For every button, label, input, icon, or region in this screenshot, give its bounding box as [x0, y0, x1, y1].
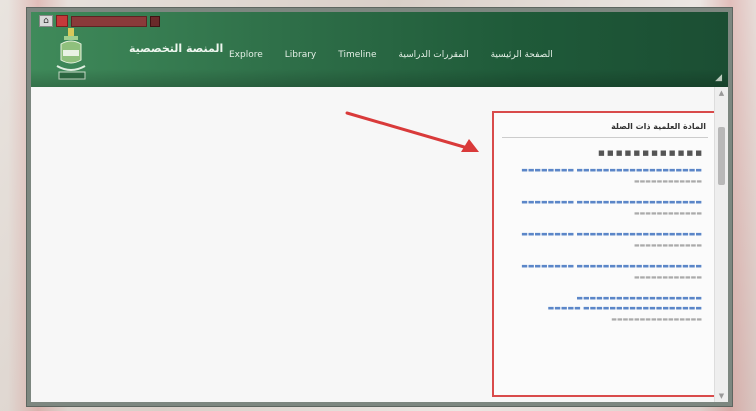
result-link[interactable]: ▬▬▬▬▬▬▬▬▬▬▬▬▬▬▬▬▬▬▬ ▬▬▬▬▬▬▬▬ — [504, 197, 702, 207]
list-item: ▬▬▬▬▬▬▬▬▬▬▬▬▬▬▬▬▬▬▬ ▬▬▬▬▬▬▬▬ ▬▬▬▬▬▬▬▬▬▬▬… — [504, 261, 702, 282]
site-title[interactable]: المنصة التخصصية — [129, 42, 223, 55]
result-link[interactable]: ▬▬▬▬▬▬▬▬▬▬▬▬▬▬▬▬▬▬▬ ▬▬▬▬▬▬▬▬ — [504, 261, 702, 271]
result-link[interactable]: ▬▬▬▬▬▬▬▬▬▬▬▬▬▬▬▬▬▬▬ ▬▬▬▬▬▬▬▬▬▬▬▬▬▬▬▬▬▬ ▬… — [504, 293, 702, 313]
list-item: ▬▬▬▬▬▬▬▬▬▬▬▬▬▬▬▬▬▬▬ ▬▬▬▬▬▬▬▬ ▬▬▬▬▬▬▬▬▬▬▬… — [504, 197, 702, 218]
result-link[interactable]: ▬▬▬▬▬▬▬▬▬▬▬▬▬▬▬▬▬▬▬ ▬▬▬▬▬▬▬▬ — [504, 165, 702, 175]
resize-grip-icon: ◢ — [715, 73, 722, 83]
nav-item-timeline[interactable]: Timeline — [338, 50, 376, 60]
home-icon[interactable]: ⌂ — [39, 15, 53, 27]
university-emblem-icon[interactable] — [53, 26, 97, 82]
results-list: ▬▬▬▬▬▬▬▬▬▬▬▬▬▬▬▬▬▬▬ ▬▬▬▬▬▬▬▬ ▬▬▬▬▬▬▬▬▬▬▬… — [504, 165, 702, 335]
list-item: ▬▬▬▬▬▬▬▬▬▬▬▬▬▬▬▬▬▬▬ ▬▬▬▬▬▬▬▬▬▬▬▬▬▬▬▬▬▬ ▬… — [504, 293, 702, 324]
panel-subtitle: ■ ■ ■ ■ ■ ■ ■ ■ ■ ■ ■ ■ — [598, 149, 702, 157]
vertical-scrollbar[interactable]: ▲ ▼ — [714, 87, 728, 402]
scroll-down-icon[interactable]: ▼ — [715, 390, 728, 402]
menu-icon[interactable] — [150, 15, 160, 27]
search-field[interactable] — [71, 15, 147, 27]
result-meta: ▬▬▬▬▬▬▬▬▬▬▬▬ — [633, 274, 702, 281]
site-header: ⌂ المنصة التخصصية Explore Library Timeli… — [31, 12, 728, 87]
nav-item-explore[interactable]: Explore — [229, 50, 263, 60]
related-materials-panel: المادة العلمية ذات الصلة ■ ■ ■ ■ ■ ■ ■ ■… — [492, 111, 718, 397]
nav-item-home[interactable]: الصفحة الرئيسية — [491, 50, 553, 60]
result-meta: ▬▬▬▬▬▬▬▬▬▬▬▬▬▬▬▬ — [611, 316, 702, 323]
result-link[interactable]: ▬▬▬▬▬▬▬▬▬▬▬▬▬▬▬▬▬▬▬ ▬▬▬▬▬▬▬▬ — [504, 229, 702, 239]
result-meta: ▬▬▬▬▬▬▬▬▬▬▬▬ — [633, 242, 702, 249]
panel-title: المادة العلمية ذات الصلة — [611, 122, 706, 131]
main-nav: Explore Library Timeline المقررات الدراس… — [229, 50, 553, 60]
annotation-arrow-icon — [345, 111, 479, 152]
nav-item-library[interactable]: Library — [285, 50, 316, 60]
scroll-thumb[interactable] — [718, 127, 725, 185]
list-item: ▬▬▬▬▬▬▬▬▬▬▬▬▬▬▬▬▬▬▬ ▬▬▬▬▬▬▬▬ ▬▬▬▬▬▬▬▬▬▬▬… — [504, 229, 702, 250]
divider — [502, 137, 708, 138]
nav-item-courses[interactable]: المقررات الدراسية — [399, 50, 469, 60]
list-item: ▬▬▬▬▬▬▬▬▬▬▬▬▬▬▬▬▬▬▬ ▬▬▬▬▬▬▬▬ ▬▬▬▬▬▬▬▬▬▬▬… — [504, 165, 702, 186]
result-meta: ▬▬▬▬▬▬▬▬▬▬▬▬ — [633, 178, 702, 185]
browser-window: ⌂ المنصة التخصصية Explore Library Timeli… — [26, 7, 733, 407]
main-content: المادة العلمية ذات الصلة ■ ■ ■ ■ ■ ■ ■ ■… — [31, 87, 728, 402]
scroll-up-icon[interactable]: ▲ — [715, 87, 728, 99]
result-meta: ▬▬▬▬▬▬▬▬▬▬▬▬ — [633, 210, 702, 217]
